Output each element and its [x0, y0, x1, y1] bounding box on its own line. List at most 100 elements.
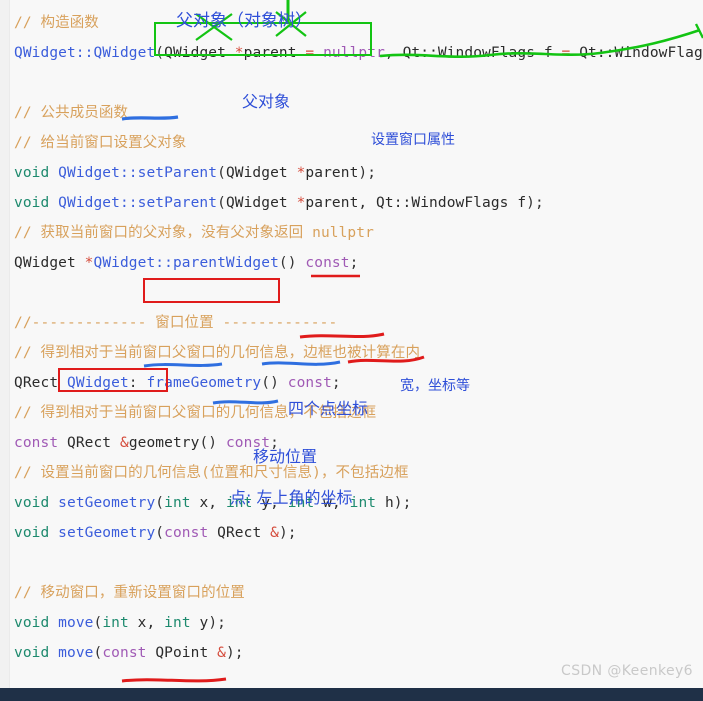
- code-token: x,: [137, 615, 165, 631]
- code-gutter: [0, 0, 10, 688]
- code-token: // 公共成员函数: [14, 105, 129, 121]
- code-token: move: [58, 645, 94, 661]
- code-token: QWidget: [66, 375, 129, 391]
- code-token: QRect: [66, 435, 120, 451]
- code-token: int: [164, 495, 200, 511]
- code-line: //------------- 窗口位置 -------------: [14, 308, 703, 338]
- code-token: const: [164, 525, 218, 541]
- code-token: Qt::WindowFlags: [579, 45, 703, 61]
- code-line: // 给当前窗口设置父对象: [14, 128, 703, 158]
- code-line: // 得到相对于当前窗口父窗口的几何信息，边框也被计算在内: [14, 338, 703, 368]
- code-token: QRect: [217, 525, 271, 541]
- code-token: move: [58, 615, 94, 631]
- code-line: void QWidget::setParent(QWidget *parent)…: [14, 158, 703, 188]
- code-line: QWidget *QWidget::parentWidget() const;: [14, 248, 703, 278]
- code-token: h: [384, 495, 394, 511]
- code-token: void: [14, 195, 59, 211]
- code-token: setGeometry: [58, 525, 156, 541]
- code-token: geometry: [128, 435, 200, 451]
- code-line: const QRect &geometry() const;: [14, 428, 703, 458]
- code-token: &: [270, 525, 279, 541]
- code-token: =: [305, 45, 324, 61]
- code-token: //------------- 窗口位置 -------------: [14, 315, 338, 331]
- code-token: QWidget::QWidget: [14, 45, 156, 61]
- code-token: );: [278, 525, 297, 541]
- code-token: =: [561, 45, 580, 61]
- code-line: // 设置当前窗口的几何信息(位置和尺寸信息)，不包括边框: [14, 458, 703, 488]
- bottom-bar: [0, 688, 703, 701]
- code-token: void: [14, 615, 59, 631]
- code-token: (: [93, 615, 103, 631]
- code-token: (: [217, 195, 226, 211]
- code-line: QRect QWidget: frameGeometry() const;: [14, 368, 703, 398]
- code-token: );: [208, 615, 226, 631]
- code-token: const: [287, 375, 332, 391]
- code-token: Qt::WindowFlags f: [402, 45, 562, 61]
- code-token: const: [225, 435, 271, 451]
- code-token: ,: [384, 45, 403, 61]
- code-token: (: [155, 525, 165, 541]
- code-token: QPoint: [155, 645, 218, 661]
- code-token: const: [305, 255, 350, 271]
- code-token: QWidget::setParent: [58, 165, 218, 181]
- code-token: int: [164, 615, 200, 631]
- code-token: // 获取当前窗口的父对象，没有父对象返回 nullptr: [14, 225, 374, 241]
- code-token: (: [155, 495, 165, 511]
- code-token: (): [278, 255, 306, 271]
- code-token: void: [14, 495, 59, 511]
- code-line: void setGeometry(int x, int y, int w, in…: [14, 488, 703, 518]
- code-token: );: [358, 165, 377, 181]
- code-line: // 移动窗口，重新设置窗口的位置: [14, 578, 703, 608]
- code-token: setGeometry: [58, 495, 156, 511]
- code-token: nullptr: [323, 45, 385, 61]
- code-token: QRect: [14, 375, 67, 391]
- code-block: // 构造函数QWidget::QWidget(QWidget *parent …: [0, 0, 703, 688]
- code-token: y: [199, 615, 209, 631]
- code-token: // 构造函数: [14, 15, 99, 31]
- code-line: QWidget::QWidget(QWidget *parent = nullp…: [14, 38, 703, 68]
- code-token: void: [14, 525, 59, 541]
- code-line: void QWidget::setParent(QWidget *parent,…: [14, 188, 703, 218]
- code-token: QWidget: [14, 255, 85, 271]
- code-token: (): [199, 435, 226, 451]
- screenshot-root: // 构造函数QWidget::QWidget(QWidget *parent …: [0, 0, 703, 701]
- code-line: // 公共成员函数: [14, 98, 703, 128]
- code-token: int: [349, 495, 385, 511]
- code-token: int: [287, 495, 324, 511]
- code-token: void: [14, 165, 59, 181]
- code-token: parent, Qt::WindowFlags f: [305, 195, 527, 211]
- code-token: QWidget: [225, 165, 297, 181]
- code-line: void setGeometry(const QRect &);: [14, 518, 703, 548]
- code-token: parent: [243, 45, 306, 61]
- code-token: int: [225, 495, 262, 511]
- code-token: w,: [323, 495, 350, 511]
- code-token: const: [14, 435, 67, 451]
- code-lines: // 构造函数QWidget::QWidget(QWidget *parent …: [14, 8, 703, 701]
- code-token: int: [102, 615, 138, 631]
- code-token: ;: [331, 375, 341, 391]
- code-token: // 设置当前窗口的几何信息(位置和尺寸信息)，不包括边框: [14, 465, 409, 481]
- code-token: (: [217, 165, 226, 181]
- code-token: const: [102, 645, 156, 661]
- code-token: &: [119, 435, 129, 451]
- code-token: // 给当前窗口设置父对象: [14, 135, 187, 151]
- code-token: *: [234, 45, 244, 61]
- code-token: (: [93, 645, 103, 661]
- code-token: ;: [349, 255, 359, 271]
- code-token: void: [14, 645, 59, 661]
- code-token: :: [128, 375, 147, 391]
- code-token: y,: [261, 495, 288, 511]
- code-token: frameGeometry: [146, 375, 262, 391]
- code-token: // 移动窗口，重新设置窗口的位置: [14, 585, 245, 601]
- code-token: QWidget::parentWidget: [93, 255, 279, 271]
- code-token: QWidget: [225, 195, 297, 211]
- code-token: QWidget: [164, 45, 235, 61]
- code-token: &: [217, 645, 226, 661]
- code-line: // 获取当前窗口的父对象，没有父对象返回 nullptr: [14, 218, 703, 248]
- code-token: ;: [270, 435, 279, 451]
- code-token: // 得到相对于当前窗口父窗口的几何信息，边框也被计算在内: [14, 345, 421, 361]
- watermark: CSDN @Keenkey6: [561, 663, 693, 679]
